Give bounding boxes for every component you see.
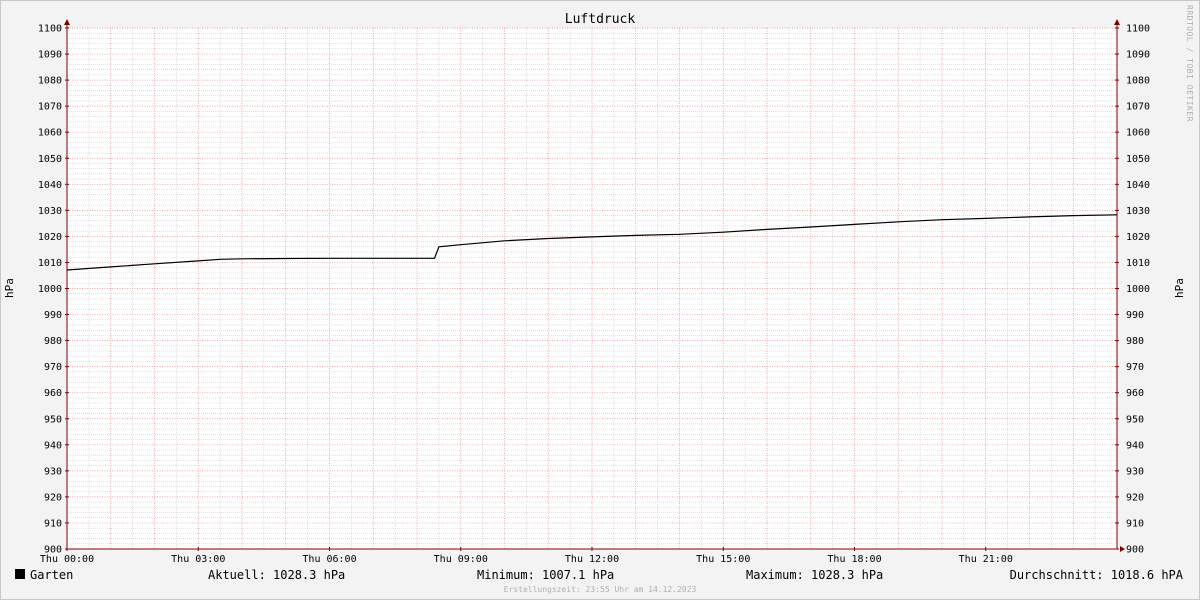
stat-minimum: Minimum: 1007.1 hPa [477, 568, 615, 582]
y-tick-labels-left: 9009109209309409509609709809901000101010… [38, 24, 62, 556]
y-tick-label-right: 970 [1126, 362, 1144, 373]
stat-average: Durchschnitt: 1018.6 hPA [1009, 568, 1183, 582]
y-tick-label-right: 910 [1126, 518, 1144, 529]
y-tick-label-right: 1050 [1126, 154, 1150, 165]
x-tick-label: Thu 21:00 [959, 554, 1013, 565]
y-tick-label-right: 1080 [1126, 76, 1150, 87]
x-tick-label: Thu 12:00 [565, 554, 619, 565]
stat-maximum: Maximum: 1028.3 hPa [746, 568, 884, 582]
x-tick-label: Thu 09:00 [434, 554, 488, 565]
y-tick-label-right: 1020 [1126, 232, 1150, 243]
y-tick-label-right: 1000 [1126, 284, 1150, 295]
y-tick-labels-right: 900 910 920 930 940 950 960 970 980 990 1000 1010 10… [1126, 24, 1150, 556]
y-tick-label-left: 1000 [38, 284, 62, 295]
y-tick-label-left: 910 [44, 518, 62, 529]
y-tick-label-right: 1100 [1126, 24, 1150, 35]
y-tick-label-left: 1010 [38, 258, 62, 269]
y-tick-label-right: 990 [1126, 310, 1144, 321]
y-axis-label-right: hPa [1173, 278, 1186, 298]
y-tick-label-left: 1040 [38, 180, 62, 191]
y-tick-label-left: 920 [44, 492, 62, 503]
x-tick-label: Thu 06:00 [302, 554, 356, 565]
y-tick-label-right: 900 [1126, 545, 1144, 556]
y-tick-label-left: 960 [44, 388, 62, 399]
major-grid [67, 27, 1117, 549]
chart: 900 910 920 930 940 950 960 970 980 990 1000 1010 10… [3, 5, 1194, 565]
y-tick-label-right: 1010 [1126, 258, 1150, 269]
x-tick-label: Thu 00:00 [40, 554, 94, 565]
stat-current: Aktuell: 1028.3 hPa [208, 568, 346, 582]
y-tick-label-left: 1080 [38, 76, 62, 87]
legend-series-name: Garten [30, 568, 74, 582]
y-axis-arrow-left [64, 19, 70, 25]
y-tick-label-left: 1020 [38, 232, 62, 243]
watermark: RRDTOOL / TOBI OETIKER [1185, 5, 1194, 122]
y-tick-label-right: 930 [1126, 466, 1144, 477]
x-tick-labels: Thu 00:00 Thu 03:00 Thu 06:00 Thu 09:00 Thu … [40, 554, 1013, 565]
y-tick-label-right: 980 [1126, 336, 1144, 347]
y-tick-label-right: 1090 [1126, 50, 1150, 61]
y-tick-label-right: 1060 [1126, 128, 1150, 139]
y-tick-label-right: 960 [1126, 388, 1144, 399]
x-tick-label: Thu 03:00 [171, 554, 225, 565]
creation-timestamp: Erstellungszeit: 23:55 Uhr am 14.12.2023 [503, 585, 697, 594]
y-tick-label-left: 1030 [38, 206, 62, 217]
y-tick-label-left: 1070 [38, 102, 62, 113]
y-tick-label-left: 1050 [38, 154, 62, 165]
y-tick-label-right: 950 [1126, 414, 1144, 425]
y-tick-label-left: 930 [44, 466, 62, 477]
chart-title: Luftdruck [565, 12, 636, 27]
legend-row: Garten Aktuell: 1028.3 hPa Minimum: 1007… [15, 568, 1185, 582]
y-tick-label-left: 1060 [38, 128, 62, 139]
y-tick-label-left: 1090 [38, 50, 62, 61]
x-axis-arrow [1120, 546, 1125, 552]
y-tick-label-right: 1070 [1126, 102, 1150, 113]
y-axis-label-left: hPa [3, 278, 16, 298]
y-tick-label-left: 1100 [38, 24, 62, 35]
y-tick-label-left: 940 [44, 440, 62, 451]
y-tick-label-right: 1040 [1126, 180, 1150, 191]
y-tick-label-right: 940 [1126, 440, 1144, 451]
y-axis-arrow-right [1114, 19, 1120, 25]
x-tick-label: Thu 18:00 [827, 554, 881, 565]
y-tick-label-right: 1030 [1126, 206, 1150, 217]
legend-swatch [15, 569, 25, 579]
y-tick-label-right: 920 [1126, 492, 1144, 503]
y-tick-label-left: 980 [44, 336, 62, 347]
y-tick-label-left: 970 [44, 362, 62, 373]
x-tick-label: Thu 15:00 [696, 554, 750, 565]
y-tick-label-left: 950 [44, 414, 62, 425]
y-tick-label-left: 990 [44, 310, 62, 321]
